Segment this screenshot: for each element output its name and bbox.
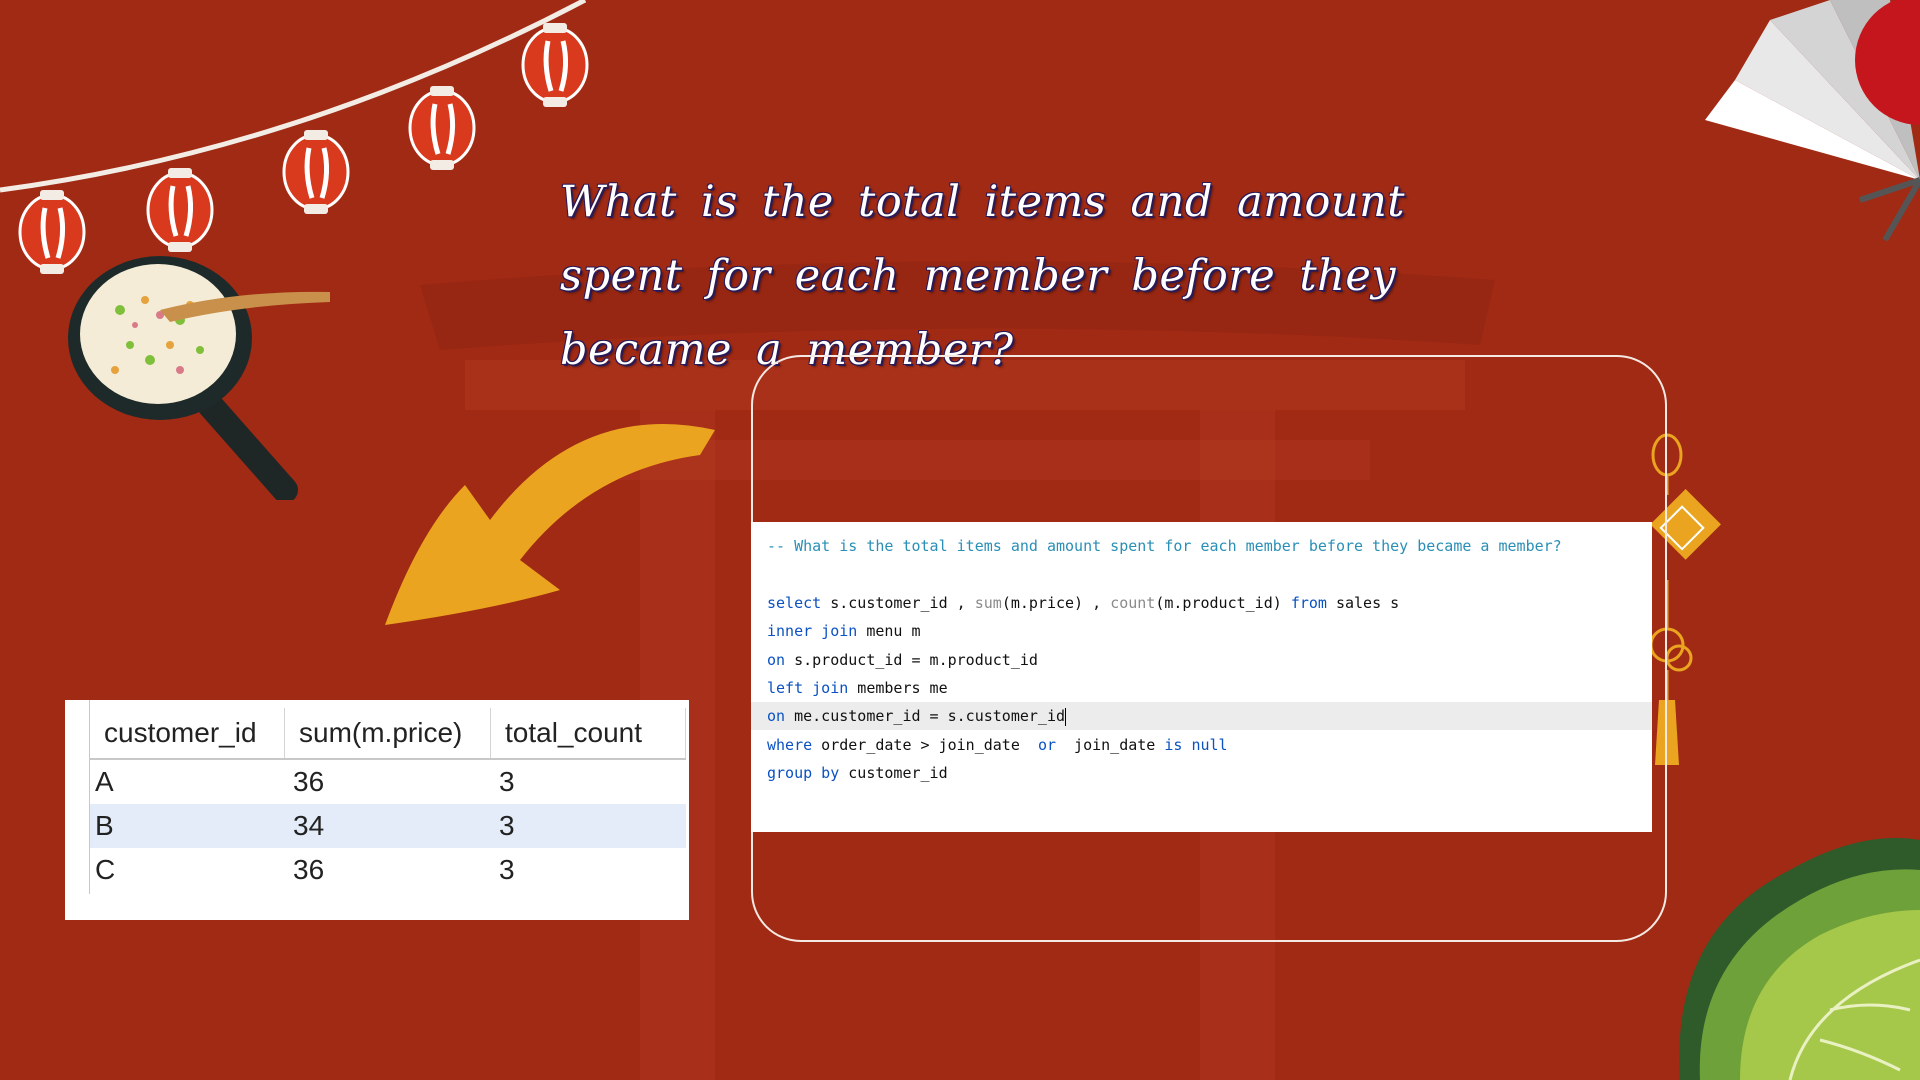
column-header-sum-price[interactable]: sum(m.price) bbox=[285, 708, 491, 758]
cell-total-count: 3 bbox=[499, 854, 515, 885]
text-cursor bbox=[1065, 707, 1067, 726]
paper-fan-icon bbox=[1705, 0, 1920, 242]
column-header-customer-id[interactable]: customer_id bbox=[90, 708, 285, 758]
cell-customer-id: B bbox=[95, 810, 114, 841]
table-row[interactable]: A 36 3 bbox=[90, 760, 686, 804]
cell-sum-price: 36 bbox=[293, 854, 325, 885]
cell-sum-price: 34 bbox=[293, 810, 325, 841]
code-line-where: where order_date > join_date or join_dat… bbox=[767, 736, 1228, 754]
cell-customer-id: C bbox=[95, 854, 116, 885]
curved-arrow-icon bbox=[385, 424, 715, 625]
table-row[interactable]: C 36 3 bbox=[90, 848, 686, 892]
code-line-select: select s.customer_id , sum(m.price) , co… bbox=[767, 594, 1400, 612]
code-line-left-join: left join members me bbox=[767, 679, 948, 697]
slide-title: What is the total items and amount spent… bbox=[560, 177, 1406, 375]
sql-editor[interactable]: -- What is the total items and amount sp… bbox=[751, 522, 1652, 832]
code-line-group-by: group by customer_id bbox=[767, 764, 948, 782]
cabbage-icon bbox=[1679, 838, 1920, 1080]
result-grid[interactable]: customer_id sum(m.price) total_count A 3… bbox=[65, 700, 689, 920]
fried-rice-pan-icon bbox=[68, 256, 330, 500]
code-line-inner-join: inner join menu m bbox=[767, 622, 921, 640]
row-gutter bbox=[65, 700, 90, 894]
code-line-on-product: on s.product_id = m.product_id bbox=[767, 651, 1038, 669]
cell-sum-price: 36 bbox=[293, 766, 325, 797]
result-header: customer_id sum(m.price) total_count bbox=[90, 708, 686, 760]
cell-total-count: 3 bbox=[499, 766, 515, 797]
column-header-total-count[interactable]: total_count bbox=[491, 708, 686, 758]
code-comment: -- What is the total items and amount sp… bbox=[767, 537, 1562, 555]
table-row-selected[interactable]: B 34 3 bbox=[90, 804, 686, 848]
lantern-garland-icon bbox=[0, 0, 589, 274]
cell-customer-id: A bbox=[95, 766, 114, 797]
code-line-on-customer: on me.customer_id = s.customer_id bbox=[751, 702, 1652, 730]
cell-total-count: 3 bbox=[499, 810, 515, 841]
